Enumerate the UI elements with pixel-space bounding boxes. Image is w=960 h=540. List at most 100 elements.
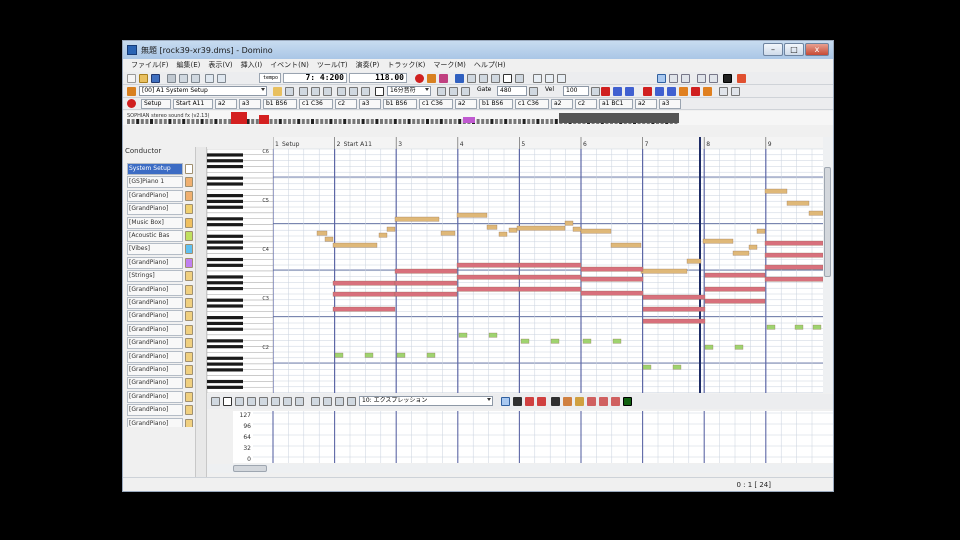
track-row[interactable]: [GrandPiano] (125, 297, 195, 309)
track-row[interactable]: [GrandPiano] (125, 256, 195, 269)
track-row[interactable]: [Vibes] (125, 243, 195, 256)
track-property-icon[interactable] (127, 87, 136, 96)
cut-icon[interactable] (179, 74, 188, 83)
track-color-icon[interactable] (185, 190, 193, 201)
quick-edit-icon[interactable] (601, 87, 610, 96)
paint-icon[interactable] (337, 87, 346, 96)
menu-item[interactable]: ヘルプ(H) (474, 59, 506, 71)
pan-icon[interactable] (563, 397, 572, 406)
zoom-in-icon[interactable] (613, 87, 622, 96)
track-color-icon[interactable] (185, 324, 193, 335)
track-row[interactable]: [Music Box] (125, 216, 195, 229)
menu-item[interactable]: ファイル(F) (131, 59, 169, 71)
triplet-icon[interactable] (437, 87, 446, 96)
marker-button[interactable]: b1 BS6 (263, 99, 297, 109)
settings-icon[interactable] (347, 397, 356, 406)
undo-icon[interactable] (205, 74, 214, 83)
marker-button[interactable]: c1 C36 (299, 99, 333, 109)
zoom-x1-icon[interactable] (533, 74, 542, 83)
square-icon[interactable] (335, 397, 344, 406)
link-icon[interactable] (349, 87, 358, 96)
pencil-icon[interactable] (223, 397, 232, 406)
velocity-lane[interactable] (253, 411, 833, 463)
vertical-scroll-thumb[interactable] (824, 167, 831, 277)
gate-input[interactable]: 480 (497, 86, 527, 96)
zoom-out-icon[interactable] (625, 87, 634, 96)
new-file-icon[interactable] (127, 74, 136, 83)
snap-icon[interactable] (361, 87, 370, 96)
vertical-scrollbar[interactable] (823, 137, 833, 393)
rpn-icon[interactable] (599, 397, 608, 406)
track-row[interactable]: [GrandPiano] (125, 377, 195, 390)
scroll-up-icon[interactable] (719, 87, 728, 96)
menu-item[interactable]: 編集(E) (177, 59, 201, 71)
curve-tool-icon[interactable] (247, 397, 256, 406)
random-tool-icon[interactable] (271, 397, 280, 406)
track-row[interactable]: [GrandPiano] (125, 283, 195, 296)
edit-tool-icon[interactable] (273, 87, 282, 96)
record-icon[interactable] (415, 74, 424, 83)
search-icon[interactable] (667, 87, 676, 96)
pause-icon[interactable] (503, 74, 512, 83)
find-icon[interactable] (643, 87, 652, 96)
menu-item[interactable]: 表示(V) (208, 59, 232, 71)
pointer-icon[interactable] (211, 397, 220, 406)
controller-select[interactable]: 10: エクスプレッション (359, 396, 493, 406)
line-tool-icon[interactable] (235, 397, 244, 406)
menu-item[interactable]: イベント(N) (270, 59, 309, 71)
marker-button[interactable]: a3 (239, 99, 261, 109)
monitor-icon[interactable] (723, 74, 732, 83)
horizontal-scroll-thumb[interactable] (233, 465, 267, 472)
marker-button[interactable]: a2 (215, 99, 237, 109)
scroll-down-icon[interactable] (731, 87, 740, 96)
midi-in-icon[interactable] (439, 74, 448, 83)
quantize-icon[interactable] (311, 87, 320, 96)
marker-button[interactable]: b1 BS6 (383, 99, 417, 109)
color-icon[interactable] (703, 87, 712, 96)
sine-icon[interactable] (323, 397, 332, 406)
marker-button[interactable]: c2 (335, 99, 357, 109)
metronome-icon[interactable] (427, 74, 436, 83)
track-row[interactable]: [GrandPiano] (125, 404, 195, 417)
zoom-x2-icon[interactable] (545, 74, 554, 83)
track-color-icon[interactable] (185, 418, 193, 427)
track-row[interactable]: [GS]Piano 1 (125, 176, 195, 189)
menu-item[interactable]: マーク(M) (433, 59, 466, 71)
track-color-icon[interactable] (185, 217, 193, 228)
marker-button[interactable]: a2 (455, 99, 477, 109)
bell-icon[interactable] (575, 397, 584, 406)
piano-roll-view-icon[interactable] (657, 74, 666, 83)
eraser-icon[interactable] (311, 397, 320, 406)
close-button[interactable]: x (805, 43, 829, 56)
marker-button[interactable]: Setup (141, 99, 171, 109)
track-color-icon[interactable] (185, 391, 193, 402)
bend-icon[interactable] (537, 397, 546, 406)
track-row[interactable]: [GrandPiano] (125, 323, 195, 336)
track-color-icon[interactable] (185, 244, 193, 255)
curve2-tool-icon[interactable] (259, 397, 268, 406)
dot-icon[interactable] (449, 87, 458, 96)
track-color-icon[interactable] (185, 351, 193, 362)
cc-icon[interactable] (587, 397, 596, 406)
replace-icon[interactable] (655, 87, 664, 96)
brush-icon[interactable] (295, 397, 304, 406)
track-row[interactable]: [Strings] (125, 270, 195, 283)
marker-button[interactable]: c2 (575, 99, 597, 109)
marker-button[interactable]: a3 (659, 99, 681, 109)
track-color-icon[interactable] (185, 284, 193, 295)
track-select[interactable]: [00] A1 System Setup (139, 86, 267, 96)
stop-icon[interactable] (479, 74, 488, 83)
zoom-x4-icon[interactable] (557, 74, 566, 83)
piano-roll-grid[interactable]: 1 Setup 2 Start A11 3 4 5 6 7 8 9 (273, 137, 823, 393)
loop-icon[interactable] (455, 74, 464, 83)
grid-icon[interactable] (461, 87, 470, 96)
track-color-icon[interactable] (185, 311, 193, 322)
track-row[interactable]: [GrandPiano] (125, 337, 195, 350)
track-color-icon[interactable] (185, 365, 193, 375)
select-tool-icon[interactable] (285, 87, 294, 96)
fader-icon[interactable] (551, 397, 560, 406)
title-bar[interactable]: 無題 [rock39-xr39.dms] - Domino – □ x (123, 41, 833, 59)
menu-item[interactable]: ツール(T) (317, 59, 348, 71)
track-color-icon[interactable] (185, 204, 193, 215)
jump-icon[interactable] (691, 87, 700, 96)
